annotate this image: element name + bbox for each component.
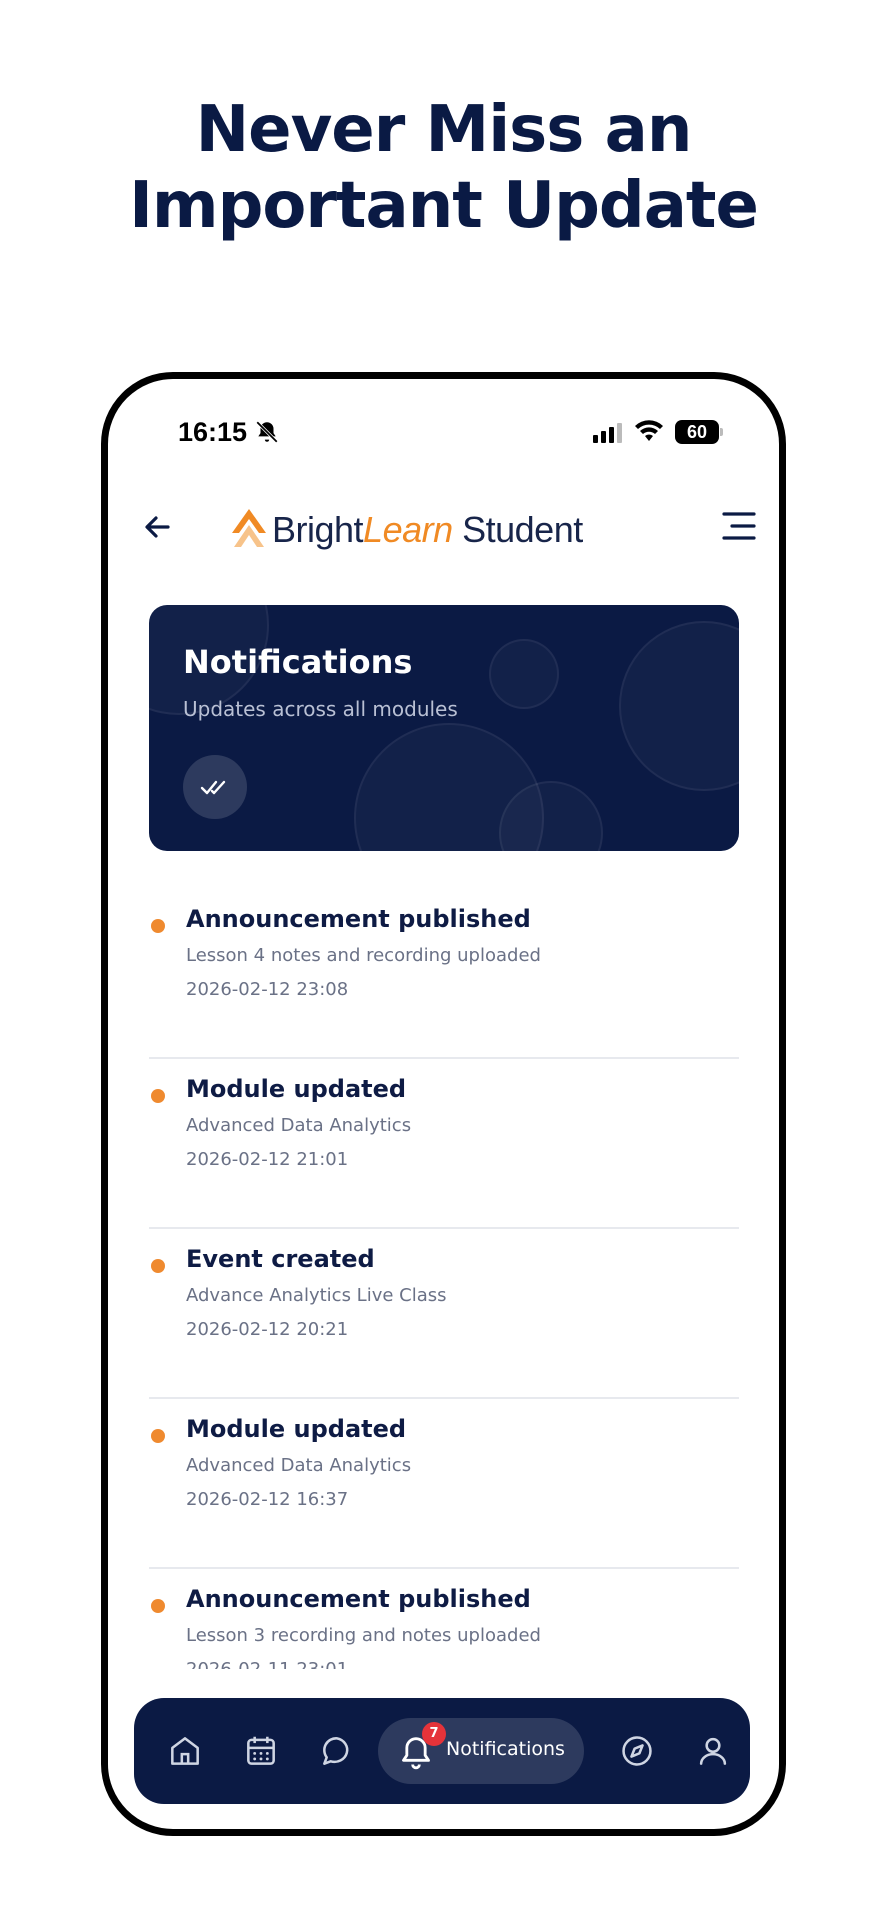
- unread-dot: [151, 1259, 165, 1273]
- decor-bubble: [489, 639, 559, 709]
- logo-student: Student: [452, 509, 583, 550]
- compass-icon: [622, 1736, 652, 1766]
- headline-line-2: Important Update: [129, 169, 759, 243]
- notification-time: 2026-02-12 16:37: [186, 1489, 349, 1510]
- notification-title: Announcement published: [186, 905, 531, 933]
- chat-icon: [323, 1737, 349, 1765]
- profile-icon: [699, 1737, 727, 1765]
- menu-icon[interactable]: [720, 509, 758, 543]
- notification-description: Advance Analytics Live Class: [186, 1285, 447, 1306]
- logo-learn: Learn: [363, 509, 453, 550]
- notifications-hero-card: Notifications Updates across all modules: [149, 605, 739, 851]
- marketing-headline: Never Miss an Important Update: [0, 92, 887, 244]
- double-check-icon: [200, 780, 226, 795]
- bell-off-icon: [256, 421, 278, 443]
- tab-profile[interactable]: [688, 1726, 738, 1776]
- unread-dot: [151, 919, 165, 933]
- tab-explore[interactable]: [612, 1726, 662, 1776]
- app-logo: BrightLearn Student: [230, 505, 583, 555]
- tab-notifications[interactable]: 7 Notifications: [378, 1718, 584, 1784]
- arrow-left-icon[interactable]: [138, 507, 178, 547]
- notification-description: Lesson 4 notes and recording uploaded: [186, 945, 541, 966]
- notification-list: Announcement published Lesson 4 notes an…: [149, 889, 739, 1669]
- notification-time: 2026-02-12 20:21: [186, 1319, 349, 1340]
- notification-title: Event created: [186, 1245, 375, 1273]
- notification-description: Lesson 3 recording and notes uploaded: [186, 1625, 541, 1646]
- signal-icon: [593, 423, 622, 443]
- hero-subtitle: Updates across all modules: [183, 697, 458, 721]
- notification-title: Module updated: [186, 1415, 407, 1443]
- notification-item[interactable]: Event created Advance Analytics Live Cla…: [149, 1229, 739, 1399]
- battery-cap: [720, 428, 723, 436]
- hero-title: Notifications: [183, 643, 413, 681]
- logo-wordmark: BrightLearn Student: [272, 509, 583, 551]
- notification-item[interactable]: Announcement published Lesson 4 notes an…: [149, 889, 739, 1059]
- mark-all-read-button[interactable]: [183, 755, 247, 819]
- notification-description: Advanced Data Analytics: [186, 1455, 412, 1476]
- unread-dot: [151, 1429, 165, 1443]
- notification-title: Module updated: [186, 1075, 407, 1103]
- battery-indicator: 60: [675, 420, 719, 444]
- app-bar: BrightLearn Student: [108, 489, 779, 569]
- notification-item[interactable]: Module updated Advanced Data Analytics 2…: [149, 1399, 739, 1569]
- notification-time: 2026-02-12 23:08: [186, 979, 349, 1000]
- unread-dot: [151, 1599, 165, 1613]
- headline-line-1: Never Miss an: [195, 93, 693, 167]
- notification-title: Announcement published: [186, 1585, 531, 1613]
- notification-item[interactable]: Announcement published Lesson 3 recordin…: [149, 1569, 739, 1669]
- tab-calendar[interactable]: [236, 1726, 286, 1776]
- calendar-icon: [247, 1736, 275, 1765]
- notification-item[interactable]: Module updated Advanced Data Analytics 2…: [149, 1059, 739, 1229]
- tab-messages[interactable]: [312, 1726, 362, 1776]
- notification-count-badge: 7: [422, 1722, 446, 1746]
- status-bar: 16:15 60: [108, 379, 779, 469]
- phone-frame: 16:15 60 BrightLearn Student Notificatio…: [101, 372, 786, 1836]
- bottom-tab-bar: 7 Notifications: [134, 1698, 750, 1804]
- status-time: 16:15: [178, 417, 248, 447]
- wifi-icon: [635, 420, 663, 441]
- unread-dot: [151, 1089, 165, 1103]
- home-icon: [171, 1737, 199, 1765]
- notification-time: 2026-02-11 23:01: [186, 1659, 348, 1669]
- logo-chevron-icon: [232, 509, 266, 547]
- notification-description: Advanced Data Analytics: [186, 1115, 412, 1136]
- logo-bright: Bright: [272, 509, 364, 550]
- tab-home[interactable]: [160, 1726, 210, 1776]
- tab-notifications-label: Notifications: [446, 1738, 565, 1760]
- decor-bubble: [619, 621, 739, 791]
- notification-time: 2026-02-12 21:01: [186, 1149, 349, 1170]
